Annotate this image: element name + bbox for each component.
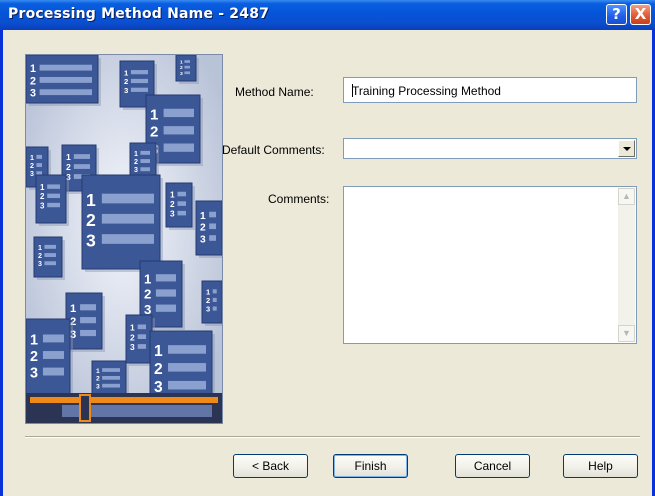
svg-text:2: 2 (66, 162, 71, 172)
svg-text:1: 1 (134, 150, 138, 158)
svg-text:1: 1 (40, 183, 45, 192)
title-bar[interactable]: Processing Method Name - 2487 ? X (0, 0, 655, 30)
svg-text:1: 1 (70, 303, 76, 315)
button-separator (25, 436, 640, 438)
svg-text:2: 2 (154, 361, 163, 378)
default-comments-label: Default Comments: (222, 143, 325, 157)
svg-text:2: 2 (150, 124, 158, 141)
svg-text:3: 3 (170, 209, 175, 219)
finish-button[interactable]: Finish (333, 454, 408, 478)
svg-text:2: 2 (30, 349, 38, 365)
document-icon: 123 (81, 174, 163, 272)
svg-text:1: 1 (130, 322, 135, 332)
dialog-window: Processing Method Name - 2487 ? X 123123… (0, 0, 655, 496)
svg-text:2: 2 (144, 287, 151, 302)
text-caret (352, 84, 353, 97)
cancel-button[interactable]: Cancel (455, 454, 530, 478)
method-name-label: Method Name: (235, 85, 314, 99)
back-button[interactable]: < Back (233, 454, 308, 478)
svg-text:1: 1 (144, 271, 151, 286)
svg-text:1: 1 (38, 244, 42, 252)
window-title: Processing Method Name - 2487 (8, 6, 270, 22)
document-icon: 123 (195, 200, 222, 258)
svg-text:1: 1 (66, 152, 71, 162)
comments-scrollbar[interactable]: ▲ ▼ (618, 188, 635, 342)
svg-text:2: 2 (40, 192, 45, 201)
svg-text:1: 1 (170, 190, 175, 200)
help-icon[interactable]: ? (606, 4, 627, 25)
dialog-body: 1231231231231231231231231231231231231231… (3, 30, 652, 496)
comments-textarea[interactable]: ▲ ▼ (343, 186, 637, 344)
svg-text:2: 2 (130, 332, 135, 342)
document-icon: 123 (33, 236, 65, 280)
svg-text:3: 3 (86, 230, 96, 250)
svg-text:2: 2 (170, 199, 175, 209)
method-name-input[interactable]: Training Processing Method (343, 77, 637, 103)
svg-text:2: 2 (180, 65, 183, 71)
svg-text:2: 2 (30, 75, 36, 87)
svg-text:2: 2 (200, 223, 206, 234)
document-icon: 123 (165, 182, 195, 230)
document-icon: 123 (201, 280, 222, 326)
svg-text:2: 2 (124, 77, 128, 86)
svg-text:1: 1 (200, 211, 206, 222)
svg-text:2: 2 (30, 162, 34, 170)
svg-text:1: 1 (96, 368, 100, 375)
svg-text:2: 2 (86, 210, 96, 230)
wizard-side-image: 1231231231231231231231231231231231231231… (25, 54, 223, 424)
svg-text:3: 3 (206, 305, 210, 314)
svg-text:3: 3 (130, 342, 135, 352)
method-name-value: Training Processing Method (352, 84, 501, 98)
svg-text:3: 3 (30, 366, 38, 382)
svg-text:3: 3 (124, 86, 128, 95)
svg-text:1: 1 (30, 333, 38, 349)
scroll-down-icon[interactable]: ▼ (618, 325, 635, 342)
svg-text:3: 3 (30, 170, 34, 178)
svg-text:3: 3 (134, 166, 138, 174)
svg-text:2: 2 (38, 252, 42, 260)
svg-text:3: 3 (40, 201, 45, 210)
document-icon: 123 (26, 318, 73, 400)
comments-label: Comments: (268, 192, 330, 206)
svg-text:1: 1 (86, 190, 96, 210)
svg-text:3: 3 (96, 384, 100, 391)
document-icon: 123 (175, 55, 199, 84)
document-icon: 123 (35, 174, 69, 226)
close-icon[interactable]: X (630, 4, 651, 25)
svg-text:1: 1 (124, 68, 129, 77)
chevron-down-icon[interactable] (618, 140, 635, 157)
numbered-documents-illustration: 1231231231231231231231231231231231231231… (26, 55, 222, 423)
scroll-up-icon[interactable]: ▲ (618, 188, 635, 205)
svg-text:1: 1 (180, 60, 183, 66)
svg-text:2: 2 (96, 376, 100, 383)
svg-text:3: 3 (38, 260, 42, 268)
document-icon: 123 (26, 55, 101, 106)
svg-text:3: 3 (30, 88, 36, 100)
default-comments-dropdown[interactable] (343, 138, 637, 159)
svg-text:2: 2 (134, 158, 138, 166)
svg-text:1: 1 (150, 106, 158, 123)
help-button[interactable]: Help (563, 454, 638, 478)
svg-text:3: 3 (180, 71, 183, 77)
svg-text:1: 1 (30, 154, 34, 162)
svg-text:1: 1 (154, 343, 163, 360)
svg-text:1: 1 (30, 63, 36, 75)
svg-text:3: 3 (200, 234, 206, 245)
